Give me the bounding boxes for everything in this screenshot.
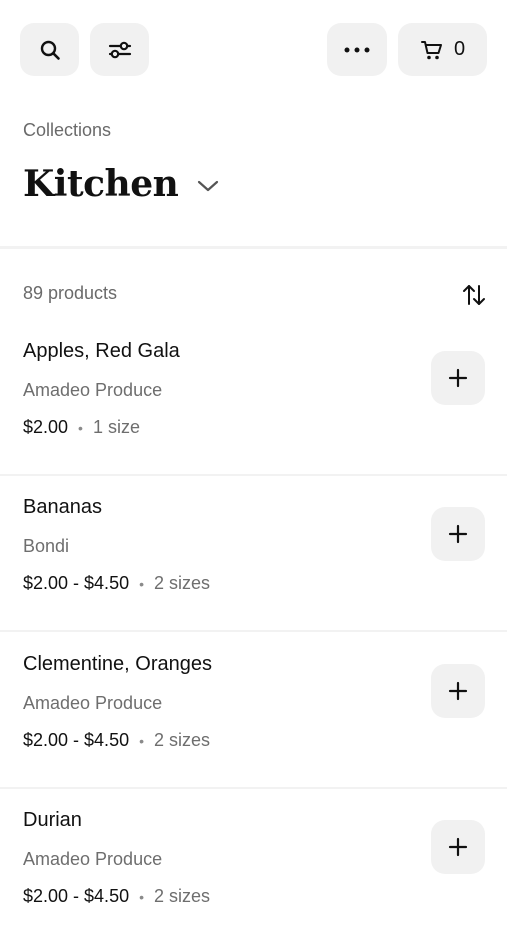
top-bar: 0 bbox=[0, 0, 507, 100]
product-item[interactable]: Bananas Bondi $2.00 - $4.50 • 2 sizes bbox=[0, 476, 507, 632]
product-sizes: 2 sizes bbox=[154, 730, 211, 750]
product-price: $2.00 - $4.50 bbox=[23, 573, 130, 593]
add-to-cart-button[interactable] bbox=[431, 820, 485, 874]
cart-icon bbox=[420, 40, 442, 59]
separator-dot: • bbox=[78, 419, 83, 436]
product-sizes: 2 sizes bbox=[154, 886, 211, 906]
separator-dot: • bbox=[139, 888, 144, 905]
product-price-row: $2.00 • 1 size bbox=[23, 417, 140, 438]
add-to-cart-button[interactable] bbox=[431, 507, 485, 561]
plus-icon bbox=[448, 368, 468, 388]
product-price: $2.00 - $4.50 bbox=[23, 886, 130, 906]
list-toolbar: 89 products bbox=[23, 283, 487, 309]
plus-icon bbox=[448, 837, 468, 857]
collection-header: Collections bbox=[23, 120, 111, 141]
product-vendor: Amadeo Produce bbox=[23, 693, 163, 713]
more-options-button[interactable] bbox=[327, 23, 387, 76]
filter-button[interactable] bbox=[90, 23, 149, 76]
sliders-icon bbox=[108, 41, 131, 58]
product-item[interactable]: Durian Amadeo Produce $2.00 - $4.50 • 2 … bbox=[0, 789, 507, 945]
add-to-cart-button[interactable] bbox=[431, 664, 485, 718]
product-price-row: $2.00 - $4.50 • 2 sizes bbox=[23, 730, 210, 751]
separator-dot: • bbox=[139, 575, 144, 592]
separator-dot: • bbox=[139, 732, 144, 749]
more-horizontal-icon bbox=[344, 47, 370, 52]
cart-count: 0 bbox=[453, 38, 466, 60]
product-price-row: $2.00 - $4.50 • 2 sizes bbox=[23, 573, 210, 594]
product-item[interactable]: Clementine, Oranges Amadeo Produce $2.00… bbox=[0, 633, 507, 789]
chevron-down-icon bbox=[196, 178, 220, 194]
search-icon bbox=[40, 40, 60, 60]
sort-button[interactable] bbox=[461, 283, 487, 307]
product-price: $2.00 - $4.50 bbox=[23, 730, 130, 750]
product-price: $2.00 bbox=[23, 417, 69, 437]
product-sizes: 2 sizes bbox=[154, 573, 211, 593]
section-divider bbox=[0, 246, 507, 249]
plus-icon bbox=[448, 524, 468, 544]
product-price-row: $2.00 - $4.50 • 2 sizes bbox=[23, 886, 210, 907]
product-vendor: Amadeo Produce bbox=[23, 849, 163, 869]
cart-button[interactable]: 0 bbox=[398, 23, 487, 76]
product-name[interactable]: Clementine, Oranges bbox=[23, 653, 212, 676]
product-count: 89 products bbox=[23, 283, 118, 303]
plus-icon bbox=[448, 681, 468, 701]
collection-title-selector[interactable]: Kitchen bbox=[23, 163, 220, 205]
search-button[interactable] bbox=[20, 23, 79, 76]
product-vendor: Bondi bbox=[23, 536, 70, 556]
product-sizes: 1 size bbox=[92, 417, 140, 437]
page-title: Kitchen bbox=[23, 163, 179, 205]
product-vendor: Amadeo Produce bbox=[23, 380, 163, 400]
product-name[interactable]: Durian bbox=[23, 809, 82, 832]
product-name[interactable]: Apples, Red Gala bbox=[23, 340, 180, 363]
breadcrumb[interactable]: Collections bbox=[23, 120, 111, 141]
sort-arrows-icon bbox=[463, 285, 485, 305]
product-name[interactable]: Bananas bbox=[23, 496, 102, 519]
product-item[interactable]: Apples, Red Gala Amadeo Produce $2.00 • … bbox=[0, 320, 507, 476]
add-to-cart-button[interactable] bbox=[431, 351, 485, 405]
row-divider bbox=[0, 630, 507, 632]
